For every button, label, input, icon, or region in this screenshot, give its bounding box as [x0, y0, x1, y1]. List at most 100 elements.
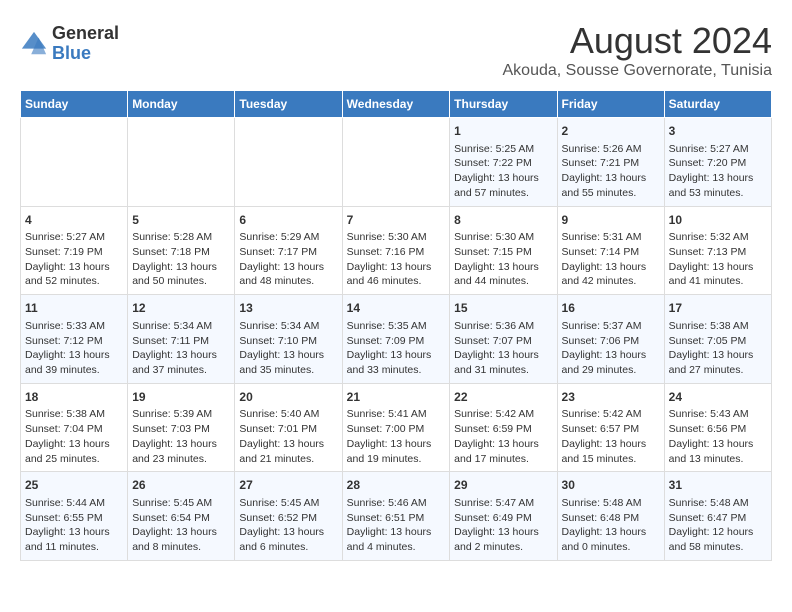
day-info-line: Sunrise: 5:48 AM — [669, 496, 767, 511]
location-title: Akouda, Sousse Governorate, Tunisia — [503, 62, 773, 80]
calendar-cell-3-2: 12Sunrise: 5:34 AMSunset: 7:11 PMDayligh… — [128, 295, 235, 384]
header-day-thursday: Thursday — [450, 91, 557, 118]
calendar-cell-5-6: 30Sunrise: 5:48 AMSunset: 6:48 PMDayligh… — [557, 472, 664, 561]
day-number: 30 — [562, 477, 660, 494]
logo: General Blue — [20, 24, 119, 64]
day-info-line: Sunset: 6:59 PM — [454, 422, 552, 437]
calendar-cell-4-2: 19Sunrise: 5:39 AMSunset: 7:03 PMDayligh… — [128, 383, 235, 472]
calendar-cell-2-5: 8Sunrise: 5:30 AMSunset: 7:15 PMDaylight… — [450, 206, 557, 295]
day-info-line: Daylight: 13 hours and 17 minutes. — [454, 437, 552, 466]
day-info-line: Sunset: 7:04 PM — [25, 422, 123, 437]
day-info-line: Sunrise: 5:43 AM — [669, 407, 767, 422]
day-info-line: Sunrise: 5:25 AM — [454, 142, 552, 157]
day-number: 6 — [239, 212, 337, 229]
calendar-cell-3-3: 13Sunrise: 5:34 AMSunset: 7:10 PMDayligh… — [235, 295, 342, 384]
day-info-line: Daylight: 13 hours and 31 minutes. — [454, 348, 552, 377]
day-info-line: Sunrise: 5:31 AM — [562, 230, 660, 245]
day-info-line: Sunrise: 5:30 AM — [454, 230, 552, 245]
day-number: 5 — [132, 212, 230, 229]
day-info-line: Daylight: 13 hours and 55 minutes. — [562, 171, 660, 200]
calendar-cell-5-3: 27Sunrise: 5:45 AMSunset: 6:52 PMDayligh… — [235, 472, 342, 561]
day-info-line: Sunset: 7:11 PM — [132, 334, 230, 349]
page-header: General Blue August 2024 Akouda, Sousse … — [20, 20, 772, 80]
calendar-cell-4-6: 23Sunrise: 5:42 AMSunset: 6:57 PMDayligh… — [557, 383, 664, 472]
day-info-line: Daylight: 13 hours and 44 minutes. — [454, 260, 552, 289]
day-info-line: Daylight: 13 hours and 23 minutes. — [132, 437, 230, 466]
day-info-line: Sunrise: 5:38 AM — [669, 319, 767, 334]
day-info-line: Daylight: 13 hours and 11 minutes. — [25, 525, 123, 554]
calendar-cell-2-7: 10Sunrise: 5:32 AMSunset: 7:13 PMDayligh… — [664, 206, 771, 295]
day-number: 26 — [132, 477, 230, 494]
day-number: 20 — [239, 389, 337, 406]
day-number: 27 — [239, 477, 337, 494]
calendar-cell-3-1: 11Sunrise: 5:33 AMSunset: 7:12 PMDayligh… — [21, 295, 128, 384]
day-number: 28 — [347, 477, 446, 494]
day-info-line: Sunset: 6:54 PM — [132, 511, 230, 526]
day-info-line: Daylight: 13 hours and 48 minutes. — [239, 260, 337, 289]
day-info-line: Sunset: 7:10 PM — [239, 334, 337, 349]
day-number: 8 — [454, 212, 552, 229]
day-number: 13 — [239, 300, 337, 317]
calendar-cell-3-7: 17Sunrise: 5:38 AMSunset: 7:05 PMDayligh… — [664, 295, 771, 384]
day-number: 2 — [562, 123, 660, 140]
day-info-line: Daylight: 13 hours and 52 minutes. — [25, 260, 123, 289]
day-number: 17 — [669, 300, 767, 317]
day-info-line: Sunset: 6:56 PM — [669, 422, 767, 437]
week-row-4: 18Sunrise: 5:38 AMSunset: 7:04 PMDayligh… — [21, 383, 772, 472]
day-number: 11 — [25, 300, 123, 317]
week-row-1: 1Sunrise: 5:25 AMSunset: 7:22 PMDaylight… — [21, 118, 772, 207]
day-info-line: Sunrise: 5:27 AM — [669, 142, 767, 157]
day-info-line: Daylight: 13 hours and 42 minutes. — [562, 260, 660, 289]
day-info-line: Sunrise: 5:44 AM — [25, 496, 123, 511]
day-info-line: Sunrise: 5:37 AM — [562, 319, 660, 334]
calendar-body: 1Sunrise: 5:25 AMSunset: 7:22 PMDaylight… — [21, 118, 772, 561]
day-number: 15 — [454, 300, 552, 317]
day-number: 19 — [132, 389, 230, 406]
day-info-line: Sunrise: 5:29 AM — [239, 230, 337, 245]
day-info-line: Sunset: 7:18 PM — [132, 245, 230, 260]
day-info-line: Sunset: 7:17 PM — [239, 245, 337, 260]
day-number: 22 — [454, 389, 552, 406]
calendar-cell-4-3: 20Sunrise: 5:40 AMSunset: 7:01 PMDayligh… — [235, 383, 342, 472]
day-info-line: Sunset: 7:06 PM — [562, 334, 660, 349]
day-info-line: Sunrise: 5:42 AM — [454, 407, 552, 422]
logo-icon — [20, 30, 48, 58]
calendar-cell-1-5: 1Sunrise: 5:25 AMSunset: 7:22 PMDaylight… — [450, 118, 557, 207]
calendar-cell-2-2: 5Sunrise: 5:28 AMSunset: 7:18 PMDaylight… — [128, 206, 235, 295]
day-info-line: Sunrise: 5:33 AM — [25, 319, 123, 334]
calendar-cell-5-7: 31Sunrise: 5:48 AMSunset: 6:47 PMDayligh… — [664, 472, 771, 561]
calendar-cell-5-2: 26Sunrise: 5:45 AMSunset: 6:54 PMDayligh… — [128, 472, 235, 561]
day-info-line: Sunrise: 5:41 AM — [347, 407, 446, 422]
day-number: 3 — [669, 123, 767, 140]
day-number: 16 — [562, 300, 660, 317]
calendar-cell-2-3: 6Sunrise: 5:29 AMSunset: 7:17 PMDaylight… — [235, 206, 342, 295]
day-info-line: Daylight: 13 hours and 2 minutes. — [454, 525, 552, 554]
day-info-line: Daylight: 13 hours and 53 minutes. — [669, 171, 767, 200]
day-info-line: Sunrise: 5:38 AM — [25, 407, 123, 422]
day-info-line: Sunset: 7:16 PM — [347, 245, 446, 260]
day-info-line: Daylight: 13 hours and 39 minutes. — [25, 348, 123, 377]
header-day-sunday: Sunday — [21, 91, 128, 118]
day-number: 9 — [562, 212, 660, 229]
day-info-line: Daylight: 13 hours and 29 minutes. — [562, 348, 660, 377]
calendar-cell-3-6: 16 Sunrise: 5:37 AMSunset: 7:06 PMDayligh… — [557, 295, 664, 384]
day-info-line: Sunset: 7:22 PM — [454, 156, 552, 171]
day-info-line: Sunrise: 5:34 AM — [239, 319, 337, 334]
calendar-cell-4-5: 22Sunrise: 5:42 AMSunset: 6:59 PMDayligh… — [450, 383, 557, 472]
day-info-line: Sunset: 7:20 PM — [669, 156, 767, 171]
calendar-cell-3-5: 15Sunrise: 5:36 AMSunset: 7:07 PMDayligh… — [450, 295, 557, 384]
day-info-line: Sunrise: 5:46 AM — [347, 496, 446, 511]
day-info-line: Daylight: 13 hours and 0 minutes. — [562, 525, 660, 554]
header-row: SundayMondayTuesdayWednesdayThursdayFrid… — [21, 91, 772, 118]
day-info-line: Sunrise: 5:27 AM — [25, 230, 123, 245]
week-row-5: 25Sunrise: 5:44 AMSunset: 6:55 PMDayligh… — [21, 472, 772, 561]
calendar-cell-5-1: 25Sunrise: 5:44 AMSunset: 6:55 PMDayligh… — [21, 472, 128, 561]
calendar-cell-1-3 — [235, 118, 342, 207]
day-info-line: Sunrise: 5:48 AM — [562, 496, 660, 511]
calendar-cell-2-4: 7Sunrise: 5:30 AMSunset: 7:16 PMDaylight… — [342, 206, 450, 295]
day-info-line: Daylight: 13 hours and 57 minutes. — [454, 171, 552, 200]
day-info-line: Sunrise: 5:32 AM — [669, 230, 767, 245]
header-day-saturday: Saturday — [664, 91, 771, 118]
day-info-line: Daylight: 13 hours and 37 minutes. — [132, 348, 230, 377]
day-info-line: Daylight: 13 hours and 19 minutes. — [347, 437, 446, 466]
